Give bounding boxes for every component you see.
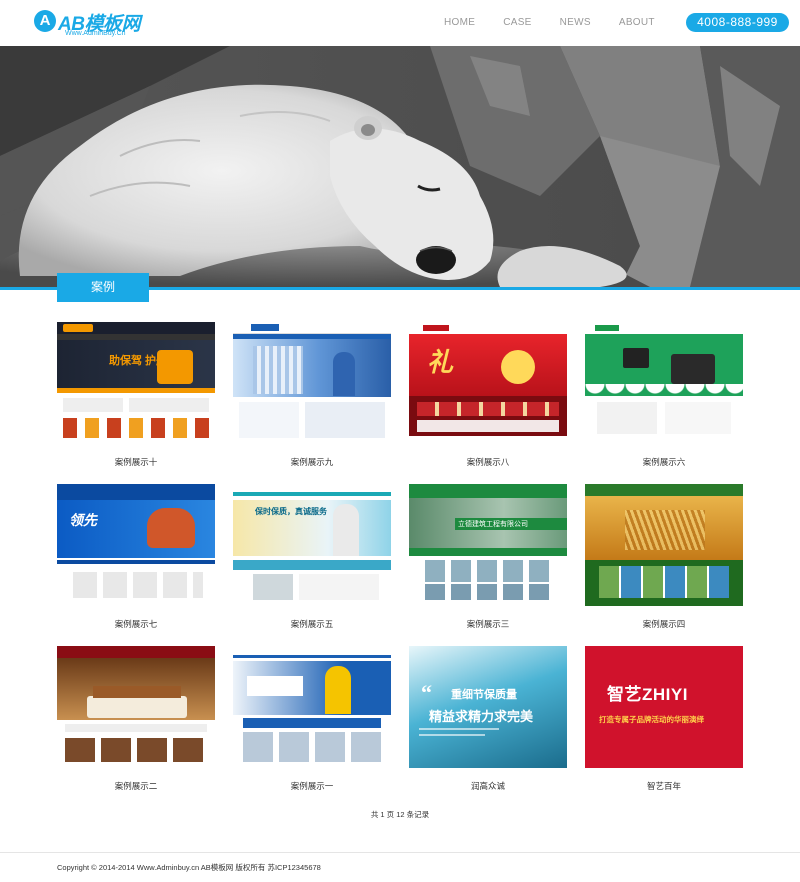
case-card-1[interactable]: 案例展示一 [233, 646, 391, 808]
case-card-2[interactable]: 案例展示二 [57, 646, 215, 808]
case-thumbnail: “ 重细节保质量 精益求精力求完美 [409, 646, 567, 768]
case-card-8[interactable]: 礼 案例展示八 [409, 322, 567, 484]
case-card-4[interactable]: 案例展示四 [585, 484, 743, 646]
case-banner-text: 保时保质，真诚服务 [255, 507, 327, 516]
case-thumbnail [57, 646, 215, 768]
case-label: 润高众诚 [470, 781, 505, 791]
site-logo[interactable]: A AB模板网 Www.AdminBuy.Cn [34, 10, 144, 38]
case-label: 案例展示三 [466, 619, 510, 629]
case-thumbnail: 保时保质，真诚服务 [233, 484, 391, 606]
case-card-10[interactable]: 助保驾 护航 案例展示十 [57, 322, 215, 484]
case-grid: 助保驾 护航 案例展示十 案例展示九 礼 案例展示八 案例展示六 领先 案例展示… [57, 322, 743, 808]
case-label: 案例展示十 [114, 457, 158, 467]
case-card-3[interactable]: 立德建筑工程有限公司 案例展示三 [409, 484, 567, 646]
nav-home[interactable]: HOME [444, 17, 475, 28]
section-title-tab: 案例 [57, 273, 149, 302]
case-banner-text: 精益求精力求完美 [429, 709, 534, 724]
case-banner-text: 立德建筑工程有限公司 [455, 518, 567, 530]
case-thumbnail [585, 322, 743, 444]
nav-case[interactable]: CASE [503, 17, 531, 28]
case-label: 案例展示一 [290, 781, 334, 791]
case-thumbnail: 礼 [409, 322, 567, 444]
case-thumbnail [233, 646, 391, 768]
pagination-info: 共 1 页 12 条记录 [370, 810, 430, 819]
hero-banner [0, 46, 800, 287]
case-card-7[interactable]: 领先 案例展示七 [57, 484, 215, 646]
case-card-6[interactable]: 案例展示六 [585, 322, 743, 484]
case-thumbnail [585, 484, 743, 606]
case-label: 案例展示五 [290, 619, 334, 629]
case-label: 案例展示七 [114, 619, 158, 629]
case-label: 智艺百年 [646, 781, 681, 791]
case-label: 案例展示四 [642, 619, 686, 629]
case-card-5[interactable]: 保时保质，真诚服务 案例展示五 [233, 484, 391, 646]
case-label: 案例展示八 [466, 457, 510, 467]
case-thumbnail [233, 322, 391, 444]
case-label: 案例展示九 [290, 457, 334, 467]
case-banner-text: 礼 [427, 348, 454, 377]
phone-badge: 4008-888-999 [686, 13, 789, 32]
case-card-9[interactable]: 案例展示九 [233, 322, 391, 484]
case-thumbnail: 领先 [57, 484, 215, 606]
case-thumbnail: 立德建筑工程有限公司 [409, 484, 567, 606]
case-banner-text: 智艺ZHIYI [607, 685, 688, 704]
case-label: 案例展示六 [642, 457, 686, 467]
nav-about[interactable]: ABOUT [619, 17, 655, 28]
logo-subtitle: Www.AdminBuy.Cn [65, 30, 126, 37]
case-thumbnail: 助保驾 护航 [57, 322, 215, 444]
case-card-zhiyi[interactable]: 智艺ZHIYI 打造专属子品牌活动的华丽演绎 智艺百年 [585, 646, 743, 808]
footer-divider [0, 852, 800, 853]
nav-news[interactable]: NEWS [560, 17, 591, 28]
footer-copyright: Copyright © 2014-2014 Www.Adminbuy.cn AB… [57, 863, 321, 872]
case-banner-text: 打造专属子品牌活动的华丽演绎 [599, 715, 704, 724]
polar-bear-image [0, 46, 800, 287]
case-banner-text: 重细节保质量 [451, 689, 517, 701]
case-card-runhao[interactable]: “ 重细节保质量 精益求精力求完美 润高众诚 [409, 646, 567, 808]
logo-mark: A [34, 10, 56, 32]
main-nav: HOME CASE NEWS ABOUT [444, 17, 655, 28]
site-header: A AB模板网 Www.AdminBuy.Cn HOME CASE NEWS A… [0, 0, 800, 46]
case-thumbnail: 智艺ZHIYI 打造专属子品牌活动的华丽演绎 [585, 646, 743, 768]
case-label: 案例展示二 [114, 781, 158, 791]
